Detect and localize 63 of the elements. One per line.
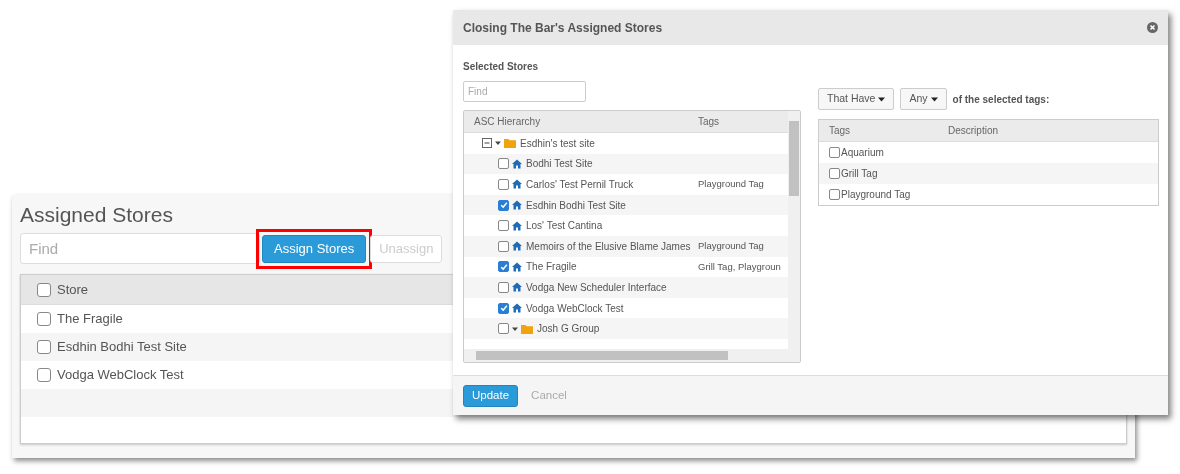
horizontal-scrollbar[interactable] (464, 349, 800, 362)
house-icon (512, 303, 522, 314)
filter-label: of the selected tags: (952, 92, 1050, 107)
column-header[interactable]: Tags (698, 114, 720, 129)
caret-down-icon (930, 96, 938, 102)
tree-item[interactable]: Los' Test Cantina (526, 218, 603, 234)
checkbox[interactable] (498, 261, 509, 273)
house-icon (512, 241, 522, 252)
house-icon (512, 200, 522, 211)
checkbox[interactable] (498, 179, 509, 190)
table-cell-text: Vodga WebClock Test (57, 366, 184, 385)
checkbox[interactable] (498, 302, 509, 314)
tree-item[interactable]: The Fragile (526, 259, 577, 275)
checkbox[interactable] (37, 340, 51, 354)
caret-down-icon (878, 96, 886, 102)
checkbox[interactable] (37, 282, 51, 297)
folder-icon (504, 138, 516, 149)
collapse-icon[interactable] (482, 138, 492, 149)
table-cell: Playground Tag (698, 239, 764, 254)
table-cell: Grill Tag, Playgroun (698, 259, 781, 274)
close-icon[interactable] (1147, 22, 1158, 33)
tree-item[interactable]: Esdhin's test site (520, 135, 595, 151)
page-title: Assigned Stores (20, 202, 173, 228)
table-cell: Playground Tag (698, 177, 764, 192)
dropdown-button[interactable]: That Have (818, 88, 895, 110)
tag-label: Grill Tag (841, 167, 878, 181)
caret-down-icon[interactable] (512, 325, 518, 332)
table-cell-text: The Fragile (57, 310, 123, 329)
checkbox[interactable] (498, 199, 509, 211)
checkbox[interactable] (829, 168, 840, 179)
dialog-title: Closing The Bar's Assigned Stores (463, 19, 663, 37)
table-cell-text: Esdhin Bodhi Test Site (57, 338, 187, 357)
dropdown-button[interactable]: Any (900, 88, 947, 110)
caret-down-icon[interactable] (495, 140, 501, 147)
checkbox[interactable] (498, 158, 509, 170)
checkbox[interactable] (498, 281, 509, 293)
search-field[interactable]: Find (20, 233, 260, 264)
column-header[interactable]: ASC Hierarchy (464, 114, 698, 129)
section-label: Selected Stores (463, 60, 539, 73)
column-header[interactable]: Tags (819, 123, 948, 138)
house-icon (512, 158, 522, 169)
tag-label: Playground Tag (841, 188, 911, 202)
tree-item[interactable]: Vodga WebClock Test (526, 300, 624, 316)
tag-label: Aquarium (841, 146, 884, 160)
house-icon (512, 220, 522, 231)
tree-item[interactable]: Josh G Group (537, 321, 600, 337)
house-icon (512, 282, 522, 293)
checkbox[interactable] (498, 240, 509, 252)
tree-item[interactable]: Carlos' Test Pernil Truck (526, 177, 634, 192)
house-icon (512, 261, 522, 272)
checkbox[interactable] (829, 189, 840, 200)
checkbox[interactable] (37, 368, 51, 382)
checkbox[interactable] (498, 323, 509, 335)
checkbox[interactable] (829, 147, 840, 158)
checkbox[interactable] (498, 220, 509, 232)
column-header[interactable]: Store (57, 279, 89, 300)
house-icon (512, 179, 522, 190)
tree-item[interactable]: Memoirs of the Elusive Blame James (526, 238, 691, 254)
search-field[interactable]: Find (463, 81, 586, 102)
column-header[interactable]: Description (948, 123, 999, 138)
checkbox[interactable] (37, 312, 51, 326)
tree-item[interactable]: Bodhi Test Site (526, 156, 593, 172)
vertical-scrollbar[interactable] (788, 111, 800, 349)
